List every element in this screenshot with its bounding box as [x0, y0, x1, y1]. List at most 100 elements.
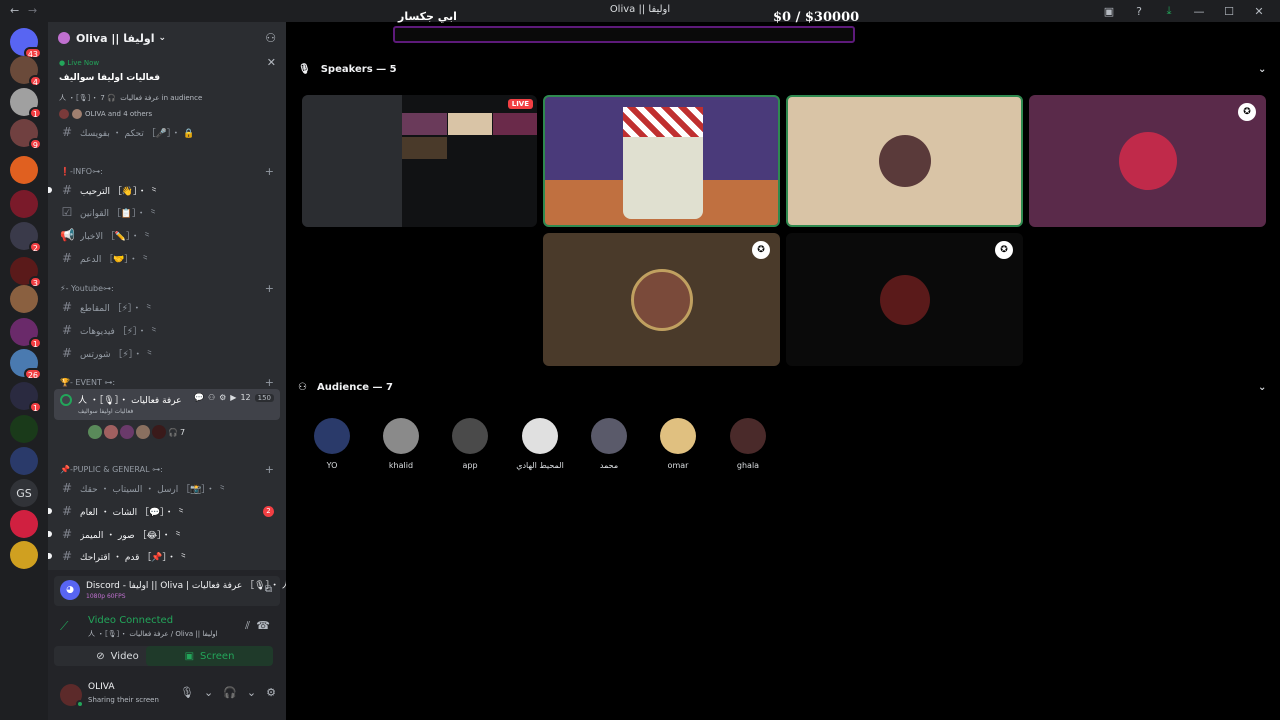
chevron-down-icon[interactable]: ⌄ — [204, 686, 213, 699]
channel-category[interactable]: ❗-INFO⊶: + — [54, 163, 280, 179]
window-title: Oliva || اوليفا — [0, 4, 1280, 15]
avatar — [88, 425, 102, 439]
signal-icon: ⟋ — [60, 619, 69, 633]
server-icon[interactable] — [10, 510, 38, 538]
gear-icon[interactable]: ⚙ — [219, 393, 226, 402]
speaker-tile[interactable] — [786, 95, 1023, 227]
connection-channel[interactable]: 人 ・［🎙］・ عرفة فعاليات / Oliva || اوليفا — [88, 629, 218, 639]
mention-badge: 2 — [263, 506, 274, 517]
guild-header[interactable]: Oliva || اوليفا ⌄ ⚇ — [48, 22, 286, 54]
channel-item[interactable]: # الدعم ［🤝］・ ⺀ — [54, 248, 280, 268]
chat-icon[interactable]: 💬 — [194, 393, 204, 402]
server-icon[interactable] — [10, 285, 38, 313]
channel-hash-icon: # — [61, 251, 73, 265]
minimize-icon[interactable]: — — [1186, 2, 1212, 20]
server-icon[interactable]: 1 — [10, 318, 42, 349]
discord-icon: ◕ — [60, 580, 80, 600]
server-icon[interactable]: 26 — [10, 349, 42, 380]
audience-header[interactable]: ⚇ Audience — 7 ⌄ — [298, 382, 1278, 393]
screen-share-tile[interactable]: LIVE — [302, 95, 537, 227]
microphone-icon: 🎙 — [298, 64, 311, 75]
channel-name: الشات ・ العام ［💬］・ ⺀ — [80, 507, 186, 518]
channel-name: ارسل ・ السيتاب ・ حقك ［📸］・ ⺀ — [80, 484, 227, 495]
channel-item[interactable]: # قدم ・ اقتراحك ［📌］・ ⺀ — [48, 546, 280, 566]
channel-category[interactable]: 🏆- EVENT ⊶: + — [54, 374, 280, 390]
guild-name: Oliva || اوليفا — [76, 31, 155, 45]
speaker-tile[interactable] — [543, 95, 780, 227]
stage-channel-active[interactable]: 人 ・［🎙］・ عرفة فعاليات فعاليات اوليفا سوال… — [54, 389, 280, 420]
server-icon[interactable] — [10, 447, 38, 475]
stream-preview-tile — [402, 137, 447, 159]
maximize-icon[interactable]: ☐ — [1216, 2, 1242, 20]
headphones-icon[interactable]: 🎧 — [223, 686, 237, 699]
audience-member[interactable]: app — [440, 418, 500, 470]
disconnect-icon[interactable]: ☎ — [256, 619, 270, 632]
server-icon[interactable]: 1 — [10, 88, 42, 119]
server-icon[interactable]: 1 — [10, 382, 42, 413]
live-event-people-text: OLIVA and 4 others — [85, 110, 153, 118]
close-icon[interactable]: ✕ — [267, 56, 276, 69]
add-channel-icon[interactable]: + — [265, 282, 274, 295]
channel-item[interactable]: # تحكم ・ بفويسك ［🎤］・ 🔒 — [54, 122, 280, 142]
chevron-down-icon[interactable]: ⌄ — [1258, 64, 1266, 75]
category-name: 🏆- EVENT ⊶: — [60, 377, 116, 387]
audience-member[interactable]: omar — [648, 418, 708, 470]
user-status: Sharing their screen — [88, 696, 159, 704]
audience-member[interactable]: المحيط الهادي — [510, 418, 570, 470]
server-icon[interactable]: 4 — [10, 56, 42, 87]
chevron-down-icon: ⌄ — [158, 33, 167, 43]
server-icon[interactable] — [10, 541, 38, 569]
connection-status[interactable]: Video Connected — [88, 615, 173, 626]
live-now-label: ● Live Now — [59, 59, 100, 67]
add-channel-icon[interactable]: + — [265, 376, 274, 389]
channel-item[interactable]: ☑ القوانين ［📋］・ ⺀ — [54, 202, 280, 222]
speakers-header[interactable]: 🎙 Speakers — 5 ⌄ — [298, 64, 1278, 75]
add-channel-icon[interactable]: + — [265, 463, 274, 476]
add-channel-icon[interactable]: + — [265, 165, 274, 178]
audience-member[interactable]: YO — [302, 418, 362, 470]
audience-member[interactable]: khalid — [371, 418, 431, 470]
channel-category[interactable]: ⚡- Youtube⊶: + — [54, 280, 280, 296]
add-member-icon[interactable]: ⚇ — [208, 393, 215, 402]
screen-button[interactable]: ▣ Screen — [146, 646, 273, 666]
channel-name: شورتس ［⚡］・ ⺀ — [80, 349, 155, 360]
channel-item[interactable]: # المقاطع ［⚡］・ ⺀ — [54, 297, 280, 317]
activity-card[interactable]: ◕ Discord - اوليفا || Oliva | عرفة فعالي… — [54, 576, 291, 606]
server-icon[interactable] — [10, 190, 38, 218]
download-icon[interactable]: ⤓ — [1156, 2, 1182, 20]
audience-member-name: app — [462, 461, 478, 470]
screen-share-icon[interactable]: ▣ — [1096, 2, 1122, 20]
channel-item[interactable]: # الشات ・ العام ［💬］・ ⺀ 2 — [48, 501, 280, 521]
audience-member[interactable]: ghala — [718, 418, 778, 470]
server-icon[interactable]: 9 — [10, 119, 42, 150]
channel-item[interactable]: 📢 الاخبار ［✏️］・ ⺀ — [54, 225, 280, 245]
channel-item[interactable]: # شورتس ［⚡］・ ⺀ — [54, 343, 280, 363]
microphone-icon[interactable]: 🎙 — [180, 686, 194, 699]
channel-item[interactable]: # ارسل ・ السيتاب ・ حقك ［📸］・ ⺀ — [54, 478, 280, 498]
live-event-card[interactable]: ● Live Now ✕ فعاليات اوليفا سواليف 人 ・［🎙… — [54, 56, 280, 126]
live-badge: LIVE — [507, 99, 533, 109]
close-icon[interactable]: ✕ — [1246, 2, 1272, 20]
channel-item[interactable]: # صور ・ الميمز ［😂］・ ⺀ — [48, 524, 280, 544]
server-icon[interactable] — [10, 415, 38, 443]
server-icon[interactable]: GS — [10, 479, 38, 507]
chevron-down-icon[interactable]: ⌄ — [1258, 382, 1266, 393]
speaker-tile[interactable]: ✪ — [543, 233, 780, 366]
channel-item[interactable]: # الترحيب ［👋］・ ⺀ — [48, 180, 280, 200]
noise-suppression-icon[interactable]: ⫽ — [245, 619, 250, 633]
invite-icon[interactable]: ⚇ — [265, 31, 276, 45]
popout-icon[interactable]: ⧉ — [265, 584, 272, 595]
speaker-tile[interactable]: ✪ — [1029, 95, 1266, 227]
channel-item[interactable]: # فيديوهات ［⚡］・ ⺀ — [54, 320, 280, 340]
help-icon[interactable]: ? — [1126, 2, 1152, 20]
channel-category[interactable]: 📌-PUPLIC & GENERAL ⊶: + — [54, 461, 280, 477]
server-icon[interactable]: 3 — [10, 257, 42, 288]
avatar — [314, 418, 350, 454]
speaker-tile[interactable]: ✪ — [786, 233, 1023, 366]
audience-member[interactable]: محمد — [579, 418, 639, 470]
server-icon[interactable]: 2 — [10, 222, 42, 253]
server-icon[interactable] — [10, 156, 38, 184]
gear-icon[interactable]: ⚙ — [266, 686, 276, 699]
chevron-down-icon[interactable]: ⌄ — [247, 686, 256, 699]
direct-messages-icon[interactable]: 43 — [10, 28, 42, 59]
